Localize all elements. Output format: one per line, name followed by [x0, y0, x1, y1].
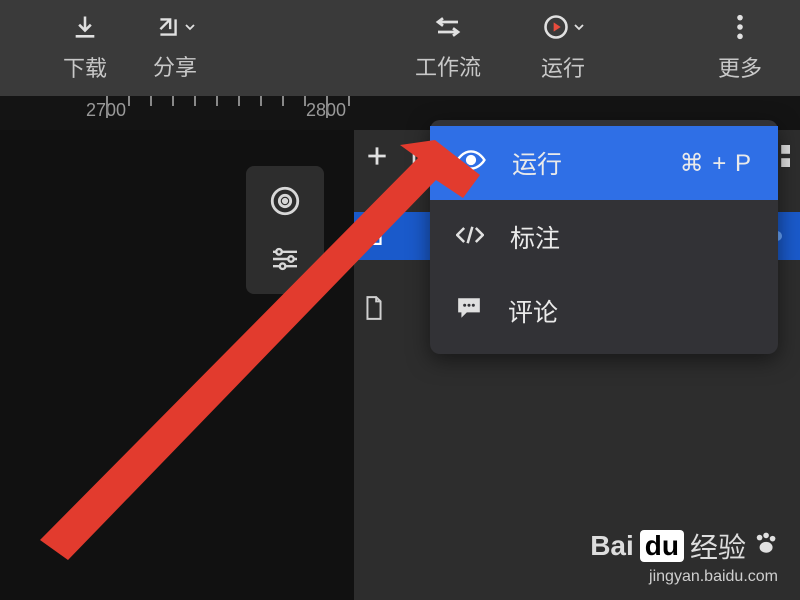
- share-button[interactable]: 分享: [130, 13, 220, 83]
- sliders-icon[interactable]: [270, 247, 300, 276]
- watermark-suffix: 经验: [690, 526, 746, 566]
- workflow-button[interactable]: 工作流: [388, 13, 508, 83]
- code-icon: [456, 223, 484, 252]
- more-button[interactable]: 更多: [695, 13, 785, 83]
- eye-icon: [456, 149, 486, 178]
- menu-item-label: 评论: [508, 293, 558, 329]
- download-label: 下载: [63, 51, 107, 83]
- add-icon[interactable]: [364, 143, 390, 174]
- menu-item-run[interactable]: 运行 ⌘ + P: [430, 126, 778, 200]
- run-icon: [542, 13, 584, 41]
- menu-shortcut: ⌘ + P: [680, 149, 752, 178]
- watermark: Bai du 经验 jingyan.baidu.com: [590, 526, 778, 586]
- menu-item-label: 标注: [510, 219, 560, 255]
- rect-icon[interactable]: [412, 144, 428, 173]
- paw-icon: [752, 530, 778, 563]
- document-icon: [364, 296, 384, 325]
- watermark-bai: Bai: [590, 530, 634, 562]
- download-icon: [71, 13, 99, 41]
- workflow-label: 工作流: [415, 50, 481, 82]
- toolbar-right-group: 更多: [695, 13, 785, 83]
- context-menu: 运行 ⌘ + P 标注 评论: [430, 120, 778, 354]
- run-button[interactable]: 运行: [508, 13, 618, 83]
- layer-rect-icon: [368, 223, 382, 250]
- download-button[interactable]: 下载: [40, 13, 130, 83]
- top-toolbar: 下载 分享 工作流 运行: [0, 0, 800, 96]
- workflow-icon: [433, 14, 463, 40]
- canvas[interactable]: [0, 130, 354, 600]
- target-icon[interactable]: [268, 184, 302, 223]
- more-label: 更多: [718, 51, 762, 83]
- comment-icon: [456, 296, 482, 327]
- menu-item-annotate[interactable]: 标注: [430, 200, 778, 274]
- more-icon: [736, 13, 744, 41]
- watermark-du: du: [640, 530, 684, 562]
- toolbar-left-group: 下载 分享: [40, 13, 220, 83]
- share-label: 分享: [153, 50, 197, 82]
- menu-item-comment[interactable]: 评论: [430, 274, 778, 348]
- toolbar-mid-group: 工作流 运行: [388, 13, 618, 83]
- vertical-tool-panel: [246, 166, 324, 294]
- run-label: 运行: [541, 51, 585, 83]
- watermark-url: jingyan.baidu.com: [590, 568, 778, 586]
- menu-item-label: 运行: [512, 145, 562, 181]
- share-icon: [155, 14, 195, 40]
